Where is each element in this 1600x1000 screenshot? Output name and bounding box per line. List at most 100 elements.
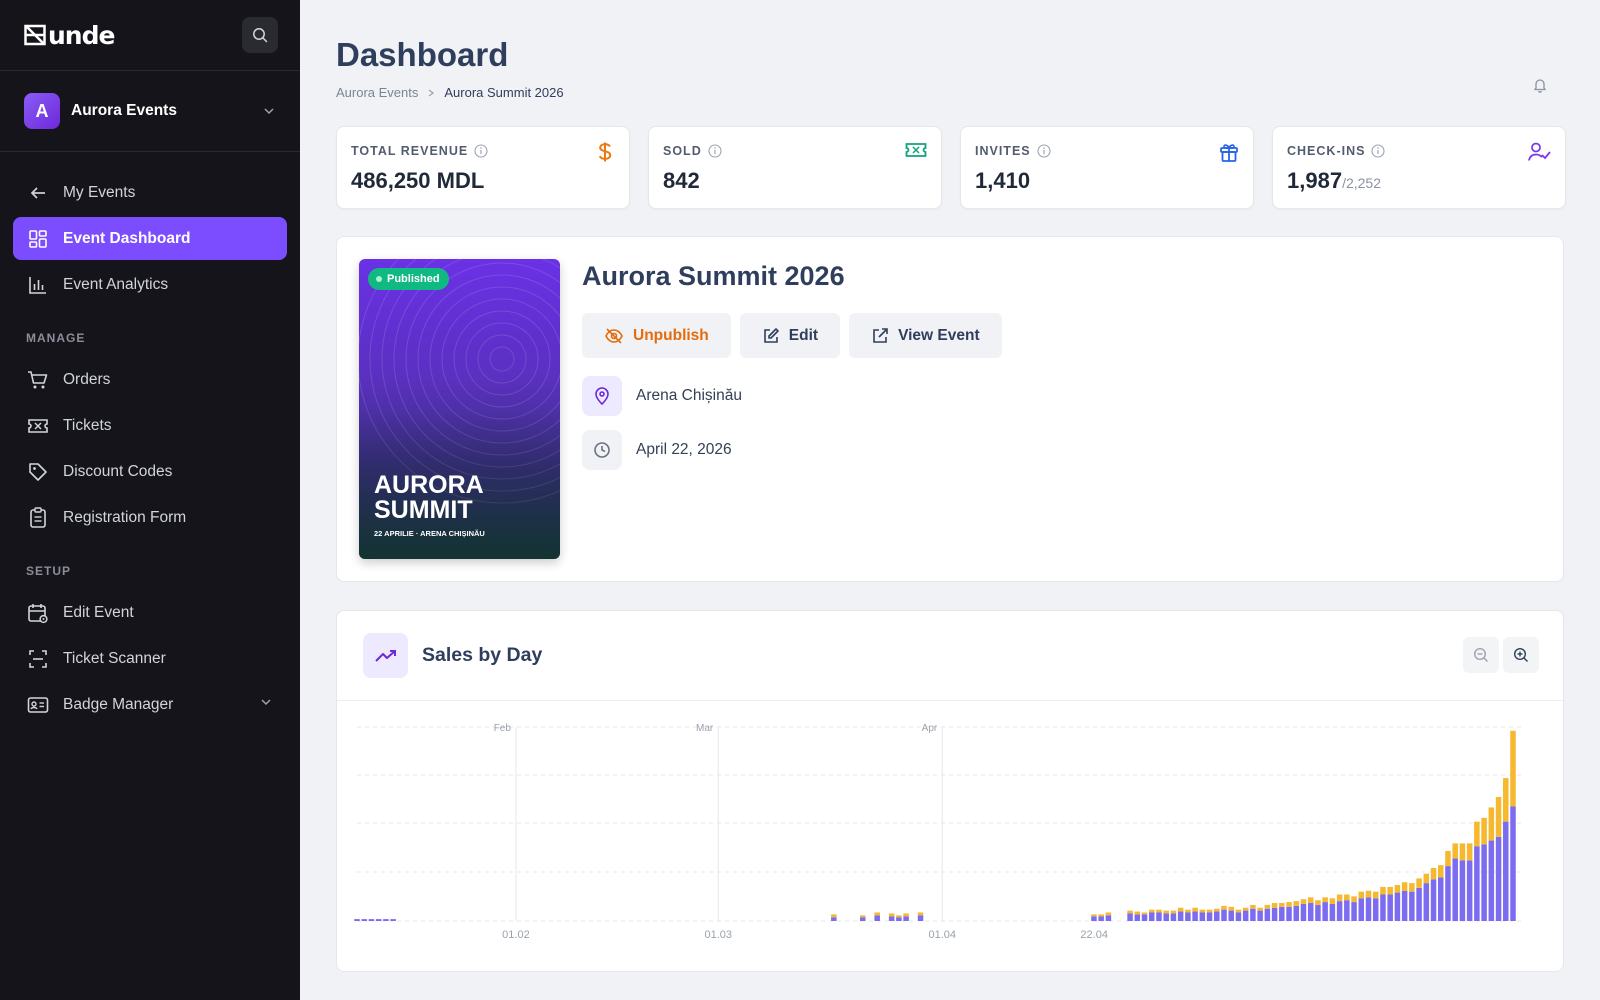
poster-title: AURORA SUMMIT: [374, 471, 483, 524]
stat-label-text: SOLD: [663, 144, 702, 158]
sidebar-item-ticket-scanner[interactable]: Ticket Scanner: [13, 637, 287, 680]
bar-segment-primary: [361, 919, 367, 921]
bar-segment-primary: [1228, 910, 1234, 921]
bar-segment-secondary: [1459, 843, 1466, 861]
bar-segment-secondary: [1214, 908, 1220, 912]
view-event-button[interactable]: View Event: [849, 313, 1002, 358]
bar-segment-secondary: [1293, 901, 1299, 906]
bar-segment-primary: [1235, 912, 1242, 921]
logo-icon: [24, 24, 46, 46]
bar-segment-primary: [383, 919, 389, 921]
event-venue-row: Arena Chișinău: [582, 376, 742, 416]
sidebar-item-my-events[interactable]: My Events: [13, 171, 287, 214]
bar-segment-primary: [1242, 910, 1249, 921]
event-venue: Arena Chișinău: [636, 387, 742, 404]
bar-segment-primary: [1322, 902, 1328, 921]
unpublish-button[interactable]: Unpublish: [582, 313, 731, 358]
zoom-in-button[interactable]: [1503, 637, 1539, 673]
bar-segment-secondary: [1091, 914, 1097, 917]
search-button[interactable]: [242, 17, 278, 53]
bar-segment-secondary: [1394, 885, 1401, 893]
event-poster[interactable]: Published AURORA SUMMIT 22 APRILIE · ARE…: [359, 259, 560, 559]
sidebar-item-registration-form[interactable]: Registration Form: [13, 496, 287, 539]
stat-value: 1,410: [975, 168, 1031, 193]
notifications-button[interactable]: [1532, 77, 1548, 98]
sidebar: unde A Aurora Events My Events Event Das…: [0, 0, 300, 1000]
bar-segment-secondary: [1170, 910, 1177, 914]
search-icon: [253, 28, 268, 43]
bar-segment-primary: [390, 919, 396, 921]
bar-segment-secondary: [1300, 899, 1307, 904]
chevron-down-icon: [259, 695, 273, 714]
info-icon[interactable]: [1371, 144, 1386, 158]
bar-segment-primary: [1199, 912, 1206, 921]
month-label: Mar: [696, 723, 714, 734]
poster-subtitle: 22 APRILIE · ARENA CHIȘINĂU: [374, 529, 485, 538]
chart-title: Sales by Day: [422, 644, 543, 666]
sidebar-item-badge-manager[interactable]: Badge Manager: [13, 683, 287, 726]
stat-value-total: /2,252: [1342, 175, 1381, 191]
sidebar-item-discount-codes[interactable]: Discount Codes: [13, 450, 287, 493]
logo-text: unde: [48, 20, 115, 50]
bar-segment-primary: [1394, 892, 1401, 921]
bar-segment-primary: [1336, 901, 1343, 921]
bar-segment-secondary: [903, 913, 909, 917]
trending-up-icon: [363, 633, 408, 678]
info-icon[interactable]: [474, 144, 488, 158]
bar-segment-secondary: [1141, 912, 1148, 915]
info-icon[interactable]: [1037, 144, 1051, 158]
bar-segment-primary: [1344, 900, 1350, 921]
bar-segment-primary: [1091, 916, 1097, 921]
dashboard-icon: [27, 228, 49, 250]
status-text: Published: [387, 273, 440, 285]
bar-segment-primary: [1423, 883, 1430, 921]
bar-segment-primary: [1481, 844, 1487, 921]
stat-value-main: 1,987: [1287, 168, 1343, 193]
bar-segment-primary: [888, 916, 895, 921]
bar-segment-secondary: [1329, 898, 1336, 904]
bar-segment-secondary: [1336, 894, 1343, 902]
bar-segment-secondary: [1365, 890, 1372, 898]
stat-value: 842: [663, 168, 700, 193]
sidebar-item-orders[interactable]: Orders: [13, 358, 287, 401]
sidebar-item-label: Orders: [63, 370, 111, 388]
bar-segment-primary: [1438, 877, 1444, 921]
bar-segment-secondary: [1445, 850, 1451, 867]
zoom-out-button[interactable]: [1463, 637, 1499, 673]
bar-segment-secondary: [1488, 807, 1495, 841]
sidebar-item-tickets[interactable]: Tickets: [13, 404, 287, 447]
user-check-icon: [1527, 141, 1551, 168]
sidebar-item-event-analytics[interactable]: Event Analytics: [13, 263, 287, 306]
chevron-right-icon: [429, 89, 435, 96]
bar-segment-primary: [1474, 846, 1480, 921]
x-tick-label: 01.02: [502, 929, 530, 941]
status-badge: Published: [368, 268, 449, 290]
sidebar-item-event-dashboard[interactable]: Event Dashboard: [13, 217, 287, 260]
calendar-settings-icon: [27, 602, 49, 624]
bar-segment-primary: [1401, 890, 1408, 921]
zoom-in-icon: [1513, 647, 1528, 662]
clipboard-icon: [27, 506, 49, 529]
bar-segment-secondary: [1503, 778, 1509, 822]
bell-icon: [1534, 79, 1546, 93]
edit-button[interactable]: Edit: [739, 313, 841, 358]
bar-segment-primary: [903, 916, 909, 921]
org-switcher[interactable]: A Aurora Events: [0, 71, 300, 152]
bar-segment-secondary: [1358, 891, 1365, 899]
info-icon[interactable]: [708, 144, 722, 158]
sidebar-item-edit-event[interactable]: Edit Event: [13, 591, 287, 634]
bar-segment-primary: [1293, 905, 1299, 921]
bar-segment-primary: [1358, 898, 1365, 921]
bar-segment-secondary: [874, 912, 880, 916]
unpublish-label: Unpublish: [633, 326, 709, 344]
edit-label: Edit: [788, 326, 819, 344]
breadcrumb-item[interactable]: Aurora Events: [336, 85, 418, 100]
event-date: April 22, 2026: [636, 441, 732, 458]
sidebar-header: unde: [0, 0, 300, 71]
bar-segment-primary: [1149, 912, 1155, 921]
logo[interactable]: unde: [24, 20, 115, 50]
bar-segment-secondary: [1235, 909, 1242, 913]
event-date-row: April 22, 2026: [582, 430, 732, 470]
bar-segment-primary: [1214, 911, 1220, 921]
bar-segment-secondary: [1438, 865, 1444, 878]
